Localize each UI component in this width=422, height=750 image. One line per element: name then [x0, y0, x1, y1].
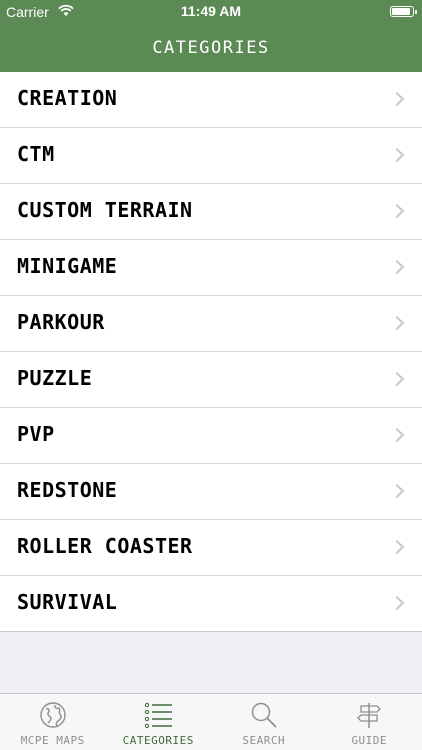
category-row-roller-coaster[interactable]: ROLLER COASTER [0, 520, 422, 576]
chevron-right-icon [389, 203, 405, 219]
category-row-creation[interactable]: CREATION [0, 72, 422, 128]
tab-label: GUIDE [351, 734, 388, 747]
category-row-minigame[interactable]: MINIGAME [0, 240, 422, 296]
search-icon [250, 701, 278, 729]
tab-guide[interactable]: GUIDE [317, 694, 422, 750]
category-row-survival[interactable]: SURVIVAL [0, 576, 422, 632]
chevron-right-icon [389, 259, 405, 275]
category-label: CREATION [17, 86, 118, 110]
chevron-right-icon [389, 595, 405, 611]
category-label: PARKOUR [17, 310, 105, 334]
tab-mcpe-maps[interactable]: MCPE MAPS [0, 694, 106, 750]
category-label: CUSTOM TERRAIN [17, 198, 193, 222]
category-row-puzzle[interactable]: PUZZLE [0, 352, 422, 408]
category-row-parkour[interactable]: PARKOUR [0, 296, 422, 352]
page-title: CATEGORIES [152, 38, 270, 58]
tab-label: MCPE MAPS [20, 734, 85, 747]
tab-search[interactable]: SEARCH [211, 694, 317, 750]
category-row-redstone[interactable]: REDSTONE [0, 464, 422, 520]
globe-icon [39, 701, 67, 729]
signpost-icon [355, 701, 383, 729]
chevron-right-icon [389, 147, 405, 163]
category-label: MINIGAME [17, 254, 118, 278]
category-row-custom-terrain[interactable]: CUSTOM TERRAIN [0, 184, 422, 240]
category-label: REDSTONE [17, 478, 118, 502]
category-list: CREATION CTM CUSTOM TERRAIN MINIGAME PAR… [0, 72, 422, 632]
chevron-right-icon [389, 427, 405, 443]
category-row-pvp[interactable]: PVP [0, 408, 422, 464]
category-label: SURVIVAL [17, 590, 118, 614]
tab-bar: MCPE MAPS CATEGORIES SEARCH GUIDE [0, 693, 422, 750]
category-row-ctm[interactable]: CTM [0, 128, 422, 184]
battery-icon [390, 6, 417, 17]
category-label: ROLLER COASTER [17, 534, 193, 558]
tab-label: SEARCH [242, 734, 286, 747]
chevron-right-icon [389, 371, 405, 387]
tab-categories[interactable]: CATEGORIES [106, 694, 212, 750]
list-icon [144, 701, 173, 729]
chevron-right-icon [389, 483, 405, 499]
tab-label: CATEGORIES [122, 734, 194, 747]
chevron-right-icon [389, 91, 405, 107]
status-bar: Carrier 11:49 AM [0, 0, 422, 24]
chevron-right-icon [389, 315, 405, 331]
top-bar: Carrier 11:49 AM CATEGORIES [0, 0, 422, 72]
category-label: PVP [17, 422, 55, 446]
category-label: CTM [17, 142, 55, 166]
status-time: 11:49 AM [180, 3, 242, 19]
category-label: PUZZLE [17, 366, 93, 390]
chevron-right-icon [389, 539, 405, 555]
